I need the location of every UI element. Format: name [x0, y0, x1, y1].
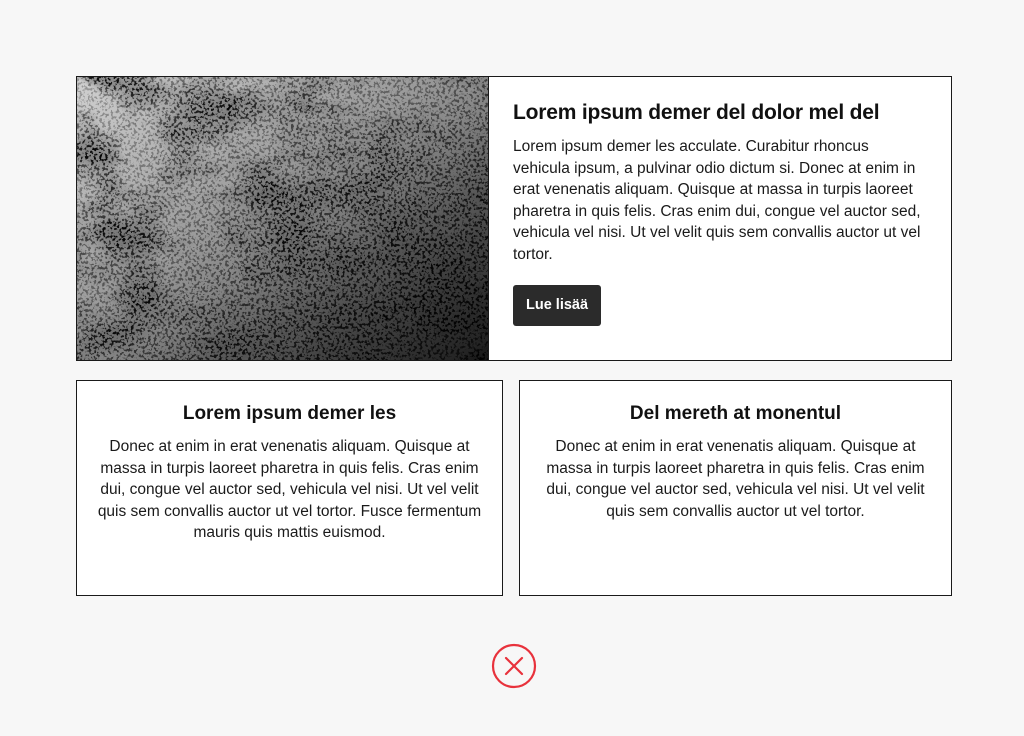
card-title: Del mereth at monentul [629, 403, 842, 424]
card-description: Donec at enim in erat venenatis aliquam.… [546, 438, 925, 520]
hero-title: Lorem ipsum demer del dolor mel del [513, 101, 880, 124]
hero-description: Lorem ipsum demer les acculate. Curabitu… [513, 138, 921, 263]
info-card: Lorem ipsum demer les Donec at enim in e… [76, 380, 503, 596]
info-card: Del mereth at monentul Donec at enim in … [519, 380, 952, 596]
abstract-marble-image [77, 77, 489, 360]
read-more-button[interactable]: Lue lisää [513, 285, 602, 326]
hero-content: Lorem ipsum demer del dolor mel del Lore… [489, 77, 951, 360]
card-description: Donec at enim in erat venenatis aliquam.… [97, 438, 482, 541]
hero-card: Lorem ipsum demer del dolor mel del Lore… [76, 76, 952, 361]
error-x-circle-icon [491, 643, 537, 689]
card-title: Lorem ipsum demer les [182, 403, 397, 424]
